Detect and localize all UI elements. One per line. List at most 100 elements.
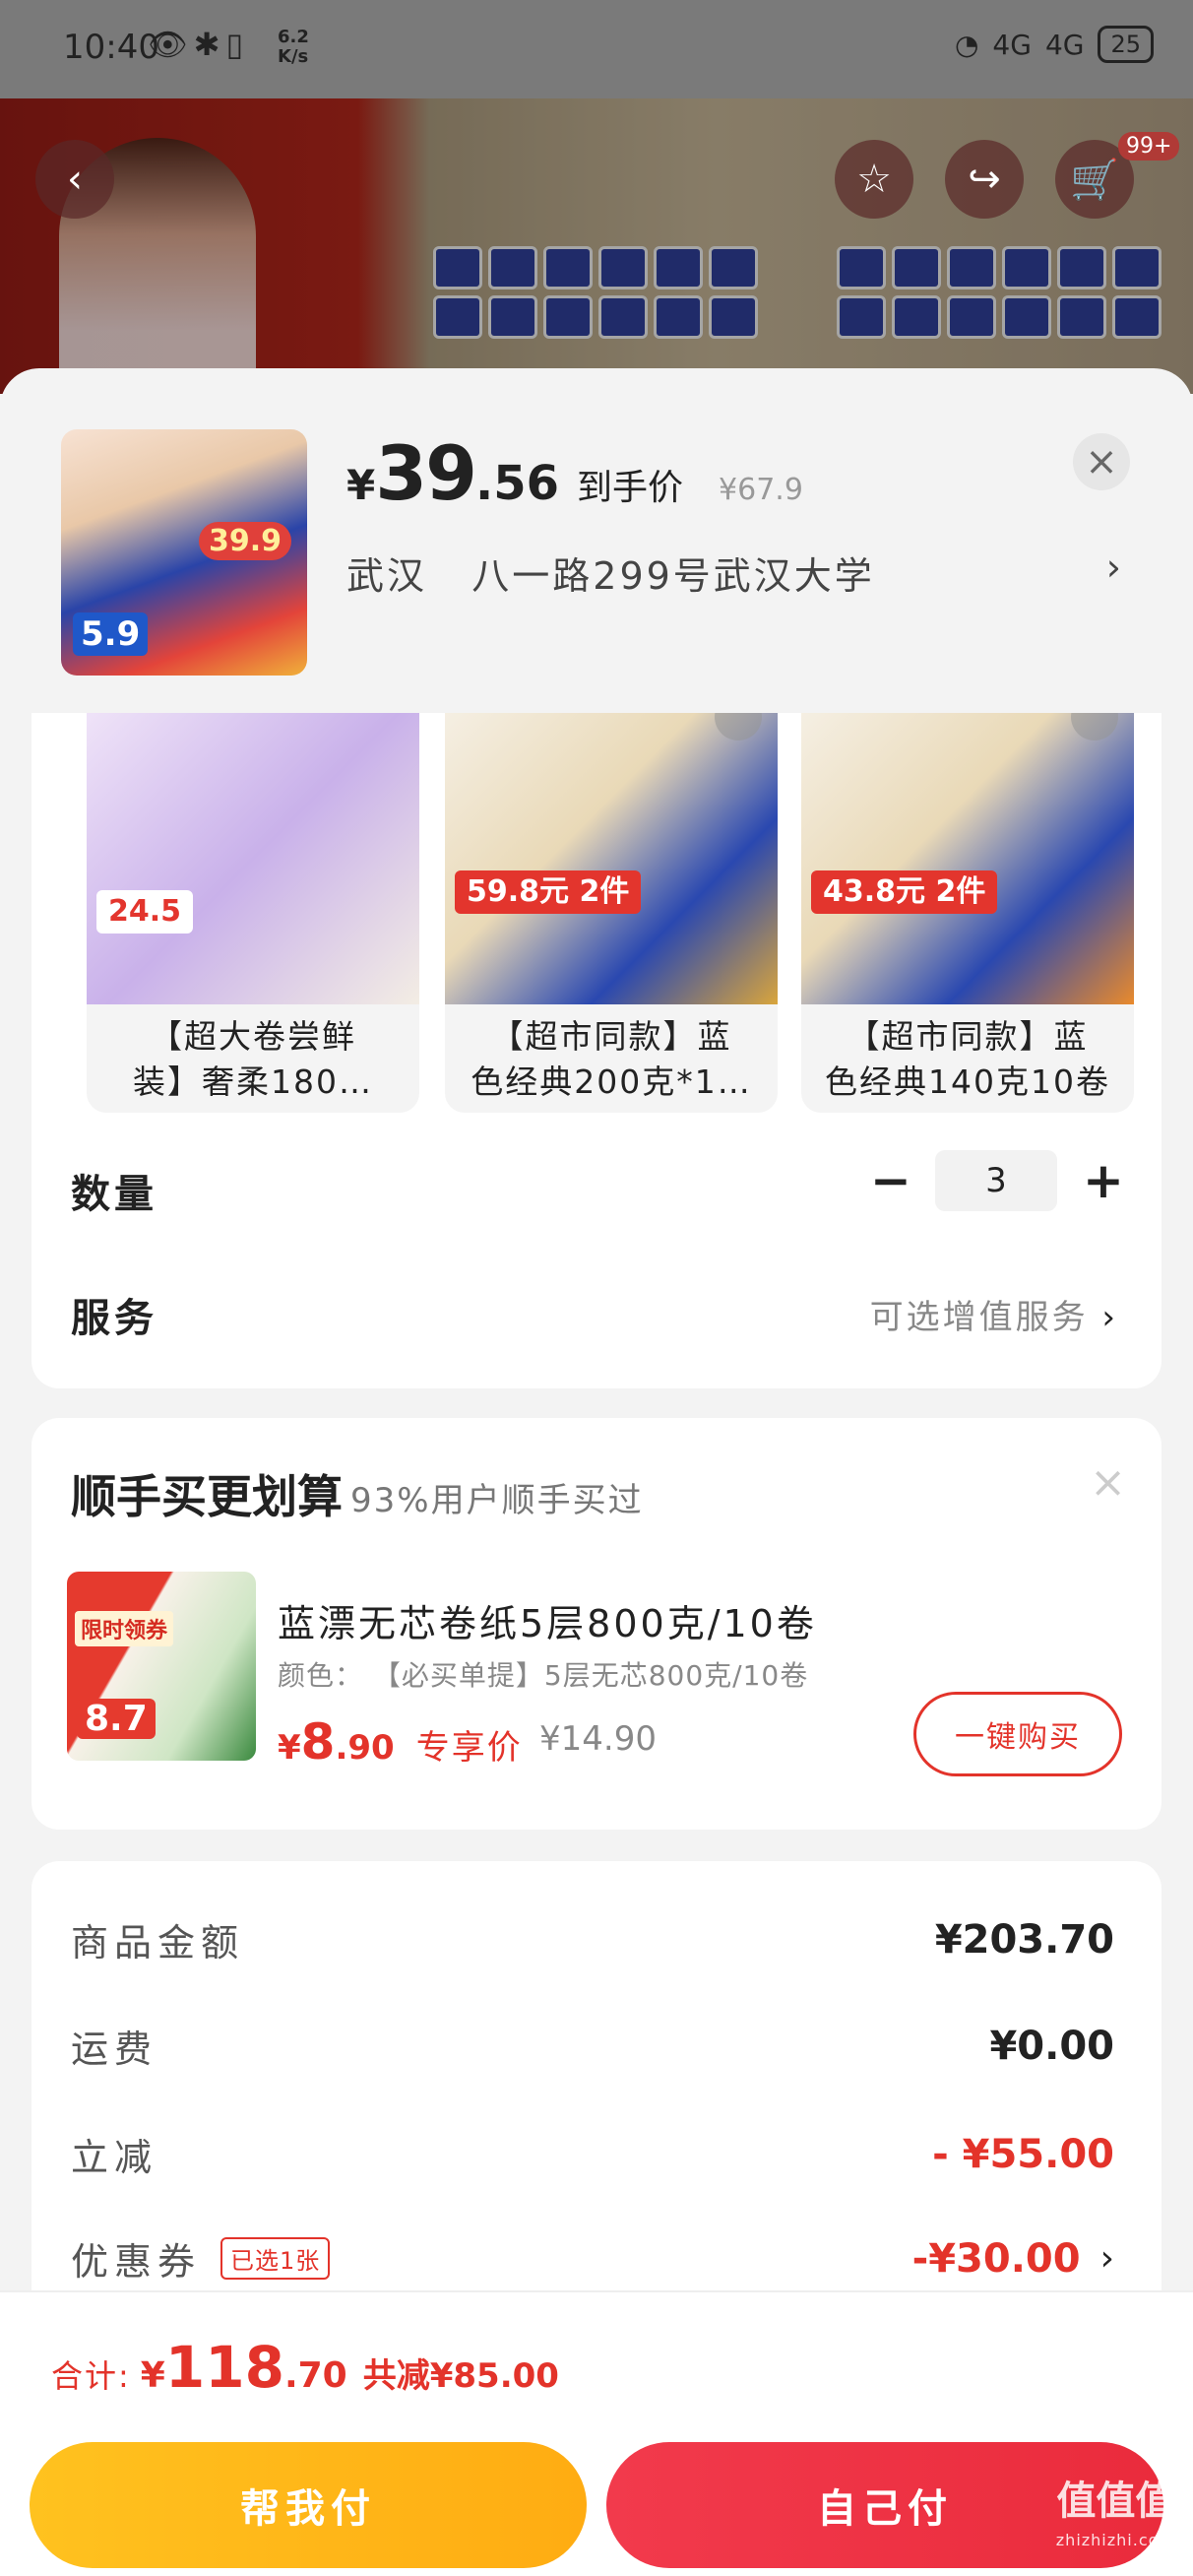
upsell-subtitle: 93%用户顺手买过 (350, 1481, 644, 1520)
product-thumbnail[interactable]: 39.9 5.9 (61, 429, 307, 676)
summary-label: 立减 (71, 2136, 158, 2179)
summary-row-coupon[interactable]: 优惠券 已选1张 -¥30.00 › (71, 2231, 1114, 2286)
price-integer: 39 (375, 429, 477, 517)
summary-row-discount: 立减 - ¥55.00 (71, 2127, 1114, 2181)
address-city: 武汉 (346, 554, 428, 598)
summary-label: 商品金额 (71, 1921, 245, 1964)
address-detail: 八一路299号武汉大学 (471, 554, 875, 598)
chevron-right-icon: › (1105, 546, 1124, 589)
watermark-text: 值值值 (1056, 2479, 1175, 2524)
original-price: ¥67.9 (719, 473, 803, 507)
spec-card: 24.5 【超大卷尝鲜 装】奢柔180… 59.8元 2件 【超市同款】蓝 色经… (31, 713, 1162, 1388)
upsell-card: 顺手买更划算 93%用户顺手买过 × 限时领券 8.7 蓝漂无芯卷纸5层800克… (31, 1418, 1162, 1830)
variant-option[interactable]: 43.8元 2件 【超市同款】蓝 色经典140克10卷 (801, 713, 1134, 1113)
purchase-sheet: 39.9 5.9 ¥ 39 .56 到手价 ¥67.9 × 武汉 八一路299号… (0, 368, 1193, 2576)
favorite-star-icon[interactable]: ☆ (835, 140, 913, 219)
coupon-selected-badge: 已选1张 (220, 2237, 331, 2280)
quantity-label: 数量 (71, 1172, 157, 1217)
thumb-price-tag: 5.9 (73, 612, 149, 656)
quantity-stepper: − 3 + (870, 1150, 1124, 1211)
variant-option[interactable]: 24.5 【超大卷尝鲜 装】奢柔180… (87, 713, 419, 1113)
variant-image: 24.5 (87, 713, 419, 1004)
thumb-coupon-tag: 限时领券 (75, 1611, 174, 1646)
chevron-right-icon: › (1101, 1298, 1118, 1337)
status-indicator-icons: 👁✱▯ (148, 26, 250, 63)
total-integer: 118 (164, 2334, 284, 2401)
product-banner-backdrop (0, 98, 1193, 394)
summary-value: ¥0.00 (989, 2023, 1114, 2069)
thumb-price-tag: 8.7 (77, 1699, 156, 1739)
quantity-input[interactable]: 3 (935, 1150, 1057, 1211)
price-currency: ¥ (346, 461, 376, 509)
cart-count-badge: 99+ (1118, 132, 1180, 161)
chevron-right-icon: › (1099, 2238, 1114, 2279)
upsell-price-integer: 8 (300, 1713, 336, 1771)
summary-label: 运费 (71, 2028, 158, 2071)
net-speed-unit: K/s (278, 46, 309, 67)
variant-label: 【超大卷尝鲜 装】奢柔180… (133, 1017, 373, 1101)
coupon-value-group: -¥30.00 › (912, 2236, 1114, 2282)
summary-label: 优惠券 (71, 2240, 202, 2284)
net-speed-value: 6.2 (278, 27, 309, 47)
service-value: 可选增值服务 (869, 1298, 1089, 1337)
summary-value: - ¥55.00 (932, 2131, 1114, 2177)
total-saved: 共减¥85.00 (362, 2356, 559, 2396)
checkout-footer: 合计: ¥ 118 .70 共减¥85.00 帮我付 自己付 (0, 2290, 1193, 2576)
status-time: 10:40 (63, 28, 159, 67)
address-text: 武汉 八一路299号武汉大学 (346, 546, 875, 600)
summary-row-shipping: 运费 ¥0.00 (71, 2019, 1114, 2073)
summary-row-subtotal: 商品金额 ¥203.70 (71, 1912, 1114, 1966)
decrease-button[interactable]: − (870, 1151, 911, 1210)
one-click-buy-button[interactable]: 一键购买 (913, 1692, 1122, 1776)
close-icon[interactable]: × (1090, 1457, 1126, 1508)
upsell-item-thumbnail[interactable]: 限时领券 8.7 (67, 1572, 256, 1761)
variant-label: 【超市同款】蓝 色经典200克*1… (471, 1017, 752, 1101)
variant-image: 43.8元 2件 (801, 713, 1134, 1004)
price-decimal: .56 (475, 456, 560, 511)
ask-friend-pay-button[interactable]: 帮我付 (30, 2442, 587, 2568)
price-row: ¥ 39 .56 到手价 ¥67.9 (346, 429, 803, 517)
zoom-icon[interactable] (1071, 713, 1118, 741)
variant-option[interactable]: 59.8元 2件 【超市同款】蓝 色经典200克*1… (445, 713, 778, 1113)
upsell-title: 顺手买更划算 (71, 1470, 343, 1523)
status-right: ◔ 4G 4G 25 (955, 26, 1154, 63)
summary-value: -¥30.00 (911, 2235, 1081, 2282)
variant-label: 【超市同款】蓝 色经典140克10卷 (825, 1017, 1110, 1101)
service-selector[interactable]: 可选增值服务 › (870, 1290, 1118, 1338)
upsell-item-spec: 颜色： 【必买单提】5层无芯800克/10卷 (278, 1659, 809, 1692)
total-decimal: .70 (283, 2355, 347, 2396)
battery-icon: 25 (1098, 26, 1154, 63)
address-selector[interactable]: 武汉 八一路299号武汉大学 › (346, 546, 1124, 600)
total-currency: ¥ (140, 2355, 165, 2396)
total-row: 合计: ¥ 118 .70 共减¥85.00 (51, 2334, 559, 2401)
total-label: 合计: (51, 2357, 131, 2395)
upsell-price-decimal: .90 (335, 1728, 395, 1768)
upsell-item-name: 蓝漂无芯卷纸5层800克/10卷 (278, 1602, 817, 1645)
signal-icon-1: 4G (992, 28, 1032, 61)
wifi-icon: ◔ (954, 28, 979, 61)
variant-price-tag: 24.5 (96, 890, 194, 934)
share-icon[interactable]: ↪ (945, 140, 1024, 219)
increase-button[interactable]: + (1083, 1151, 1124, 1210)
variant-image: 59.8元 2件 (445, 713, 778, 1004)
variant-price-tag: 43.8元 2件 (811, 870, 998, 914)
upsell-price-label: 专享价 (415, 1728, 523, 1768)
summary-label-group: 优惠券 已选1张 (71, 2231, 331, 2286)
zoom-icon[interactable] (715, 713, 762, 741)
net-speed: 6.2 K/s (278, 28, 309, 67)
sheet-header: 39.9 5.9 ¥ 39 .56 到手价 ¥67.9 × 武汉 八一路299号… (0, 368, 1193, 713)
upsell-price: ¥ 8 .90 专享价 (278, 1713, 523, 1771)
upsell-original-price: ¥14.90 (539, 1719, 657, 1759)
watermark-domain: zhizhizhi.com (1055, 2531, 1175, 2549)
signal-icon-2: 4G (1044, 28, 1085, 61)
status-bar: 10:40 👁✱▯ 6.2 K/s ◔ 4G 4G 25 (0, 0, 1193, 98)
price-label: 到手价 (577, 468, 684, 508)
summary-value: ¥203.70 (934, 1916, 1114, 1963)
variant-price-tag: 59.8元 2件 (455, 870, 642, 914)
back-icon[interactable]: ‹ (35, 140, 114, 219)
upsell-price-currency: ¥ (278, 1728, 301, 1768)
close-icon[interactable]: × (1073, 433, 1130, 490)
service-label: 服务 (71, 1296, 157, 1341)
thumb-price-badge: 39.9 (198, 522, 291, 560)
watermark: 值值值 zhizhizhi.com (1056, 2481, 1175, 2560)
